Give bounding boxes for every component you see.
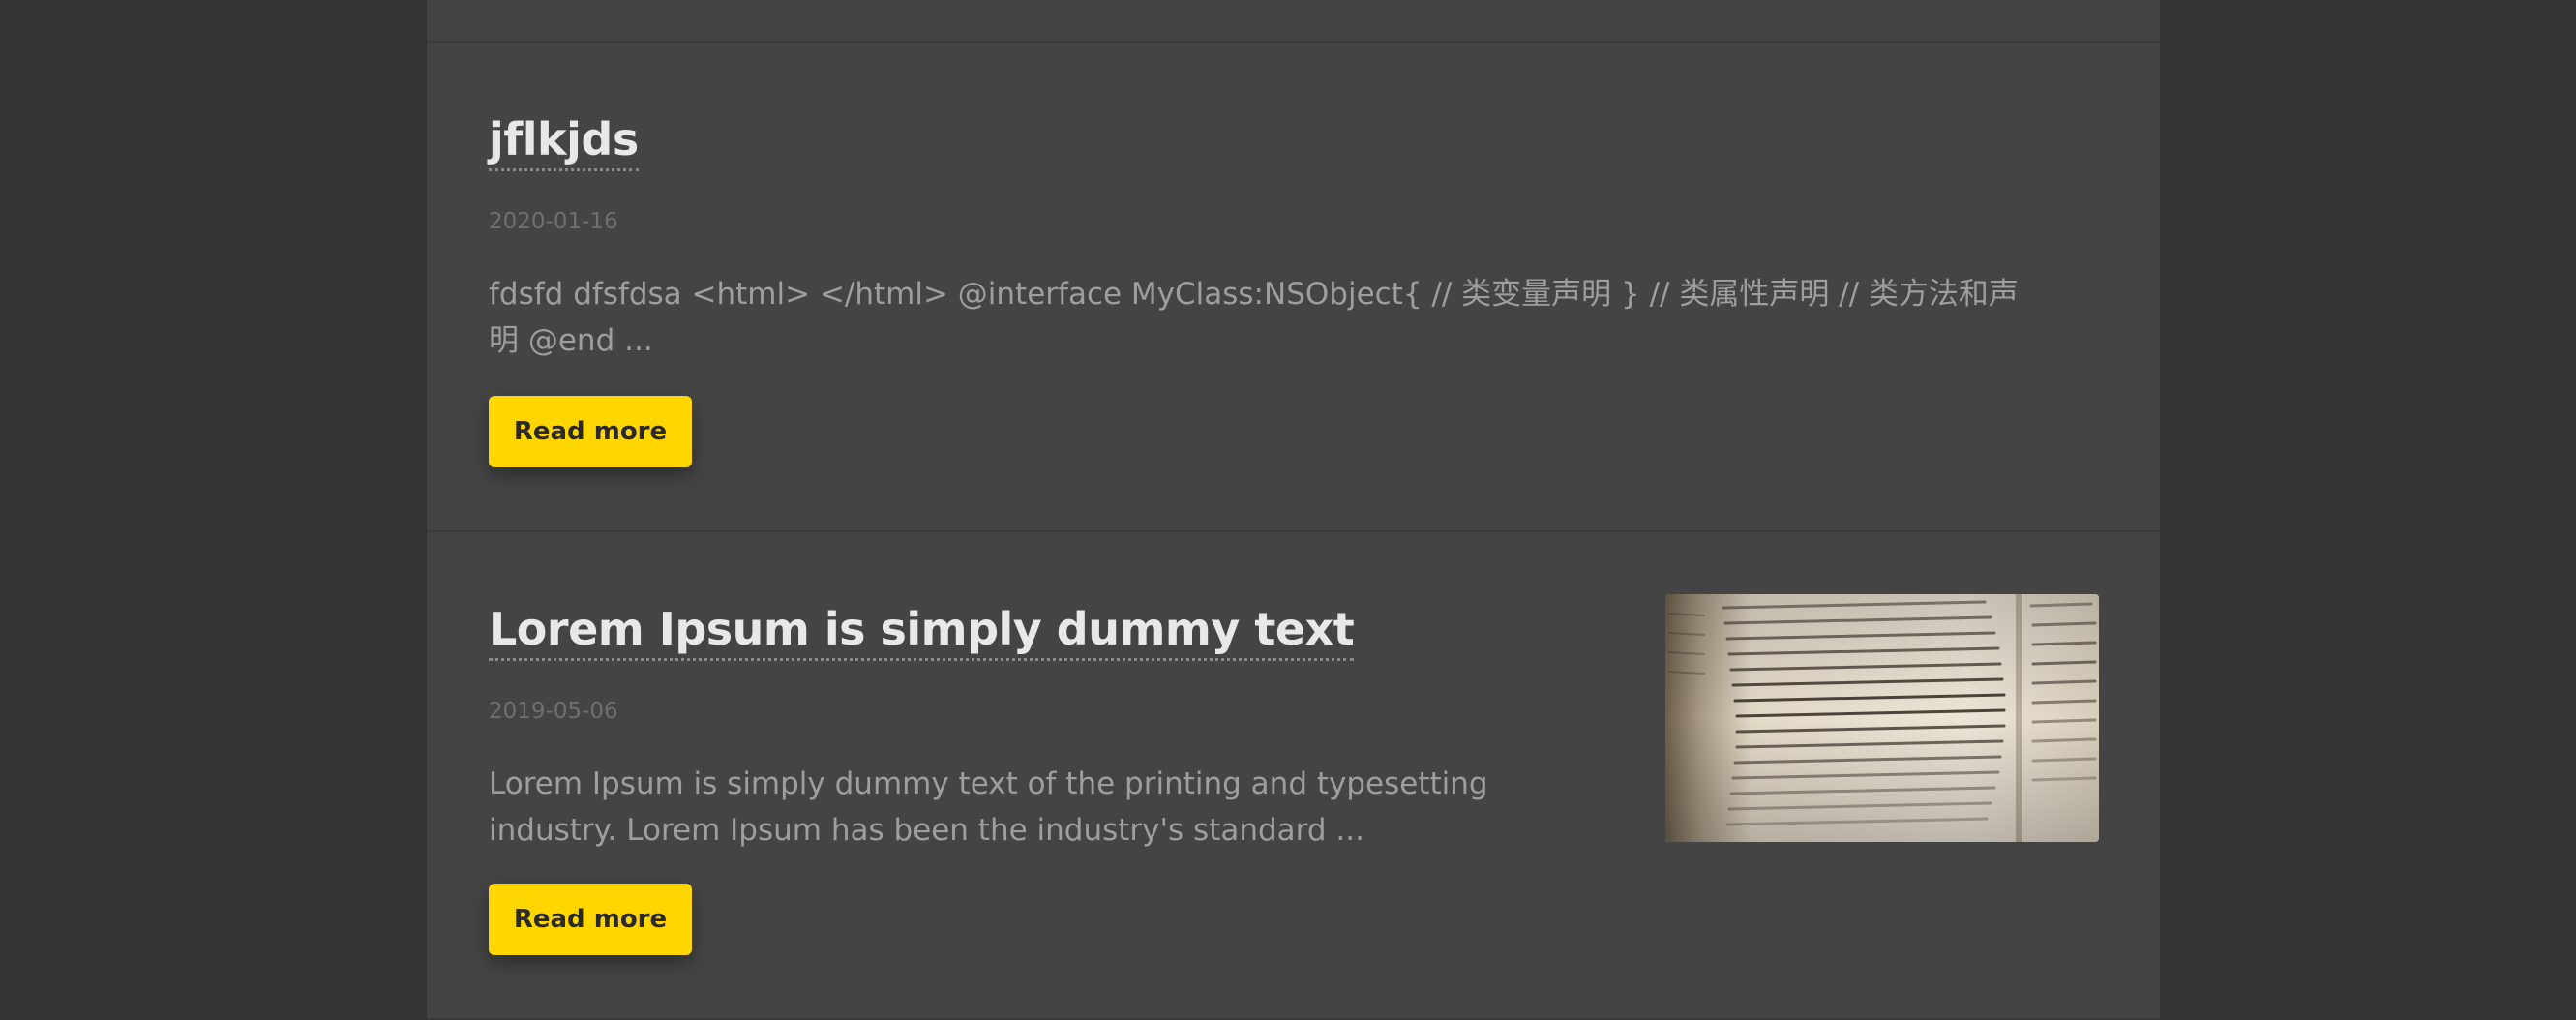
post-date: 2020-01-16 [489,209,618,234]
post-thumbnail-image[interactable] [1665,594,2099,842]
post-card: Lorem Ipsum is simply dummy text 2019-05… [427,532,2160,1020]
post-list-column: jflkjds 2020-01-16 fdsfd dfsfdsa <html> … [427,0,2160,1020]
dictionary-page-icon [1665,594,2099,842]
post-card: jflkjds 2020-01-16 fdsfd dfsfdsa <html> … [427,43,2160,530]
post-title-link[interactable]: Lorem Ipsum is simply dummy text [489,602,1355,661]
read-more-button[interactable]: Read more [489,396,692,467]
post-date: 2019-05-06 [489,699,618,724]
post-title-link[interactable]: jflkjds [489,112,639,171]
post-excerpt: fdsfd dfsfdsa <html> </html> @interface … [489,277,2019,358]
post-excerpt: Lorem Ipsum is simply dummy text of the … [489,766,1488,848]
read-more-button[interactable]: Read more [489,884,692,955]
